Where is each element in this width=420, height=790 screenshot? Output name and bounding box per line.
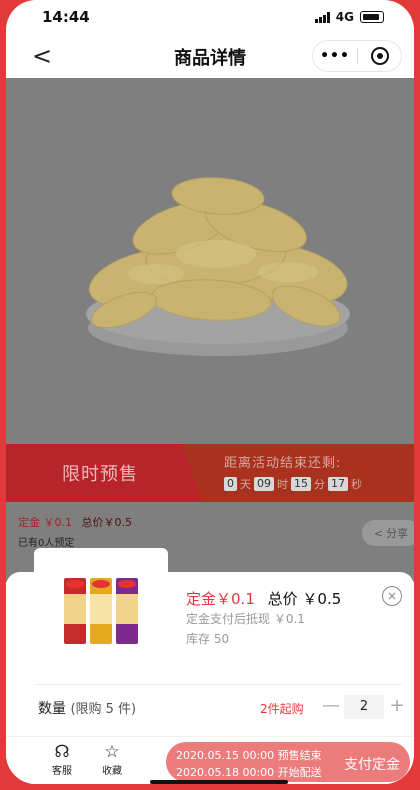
headset-icon: ☊ (54, 742, 70, 762)
decrease-button[interactable]: — (320, 695, 342, 719)
countdown-minutes: 15 (291, 477, 311, 491)
status-icons: 4G (314, 10, 384, 24)
status-time: 14:44 (42, 8, 90, 26)
pay-deposit-button[interactable]: 2020.05.15 00:00 预售结束 2020.05.18 00:00 开… (166, 742, 410, 782)
close-miniprogram-button[interactable] (358, 47, 401, 65)
booked-count: 已有0人预定 (18, 538, 75, 549)
more-button[interactable]: ••• (313, 48, 357, 64)
increase-button[interactable]: + (386, 695, 408, 719)
network-label: 4G (335, 10, 354, 24)
quantity-label: 数量 (限购 5 件) (38, 701, 137, 717)
star-icon: ☆ (104, 742, 120, 762)
quantity-stepper: — 2 + (320, 695, 408, 719)
deposit-offset: 定金支付后抵现 ￥0.1 (186, 612, 305, 626)
customer-service-button[interactable]: ☊ 客服 (42, 742, 82, 777)
chips-plate-image (86, 177, 350, 356)
product-image[interactable] (6, 78, 414, 444)
bottom-action-bar: ☊ 客服 ☆ 收藏 2020.05.15 00:00 预售结束 2020.05.… (6, 738, 414, 784)
product-thumbnail (64, 578, 138, 644)
countdown-hours: 09 (254, 477, 274, 491)
phone-screen: 14:44 4G < 商品详情 ••• 限时预售 距离活动结束还剩: 0 天 0… (6, 0, 414, 784)
sheet-price: 定金￥0.1 总价 ￥0.5 (186, 590, 342, 608)
close-icon[interactable]: × (382, 586, 402, 606)
signal-icon (314, 11, 330, 23)
countdown-caption: 距离活动结束还剩: (224, 456, 342, 471)
home-indicator (150, 780, 288, 784)
favorite-button[interactable]: ☆ 收藏 (92, 742, 132, 777)
countdown-seconds: 17 (328, 477, 348, 491)
quantity-value[interactable]: 2 (344, 695, 384, 719)
stock-count: 库存 50 (186, 632, 230, 646)
deposit-summary: 定金 ￥0.1 总价￥0.5 (18, 516, 132, 529)
share-icon: < (373, 526, 384, 540)
status-bar: 14:44 4G (6, 0, 414, 34)
target-icon (370, 47, 389, 65)
countdown-days: 0 (224, 477, 237, 491)
presale-banner: 限时预售 距离活动结束还剩: 0天 09 时 15 分 17 秒 (6, 444, 414, 502)
battery-icon (360, 11, 384, 23)
presale-end-date: 2020.05.15 00:00 预售结束 (176, 749, 322, 762)
product-info: 定金 ￥0.1 总价￥0.5 已有0人预定 < 分享 (6, 502, 414, 582)
presale-label: 限时预售 (62, 464, 138, 485)
miniprogram-capsule: ••• (312, 40, 402, 72)
pay-deposit-label: 支付定金 (344, 757, 400, 773)
nav-bar: < 商品详情 ••• (6, 34, 414, 78)
min-purchase: 2件起购 (260, 702, 304, 716)
share-button[interactable]: < 分享 (362, 520, 414, 546)
ship-start-date: 2020.05.18 00:00 开始配送 (176, 766, 322, 779)
countdown-timer: 0天 09 时 15 分 17 秒 (224, 476, 362, 492)
